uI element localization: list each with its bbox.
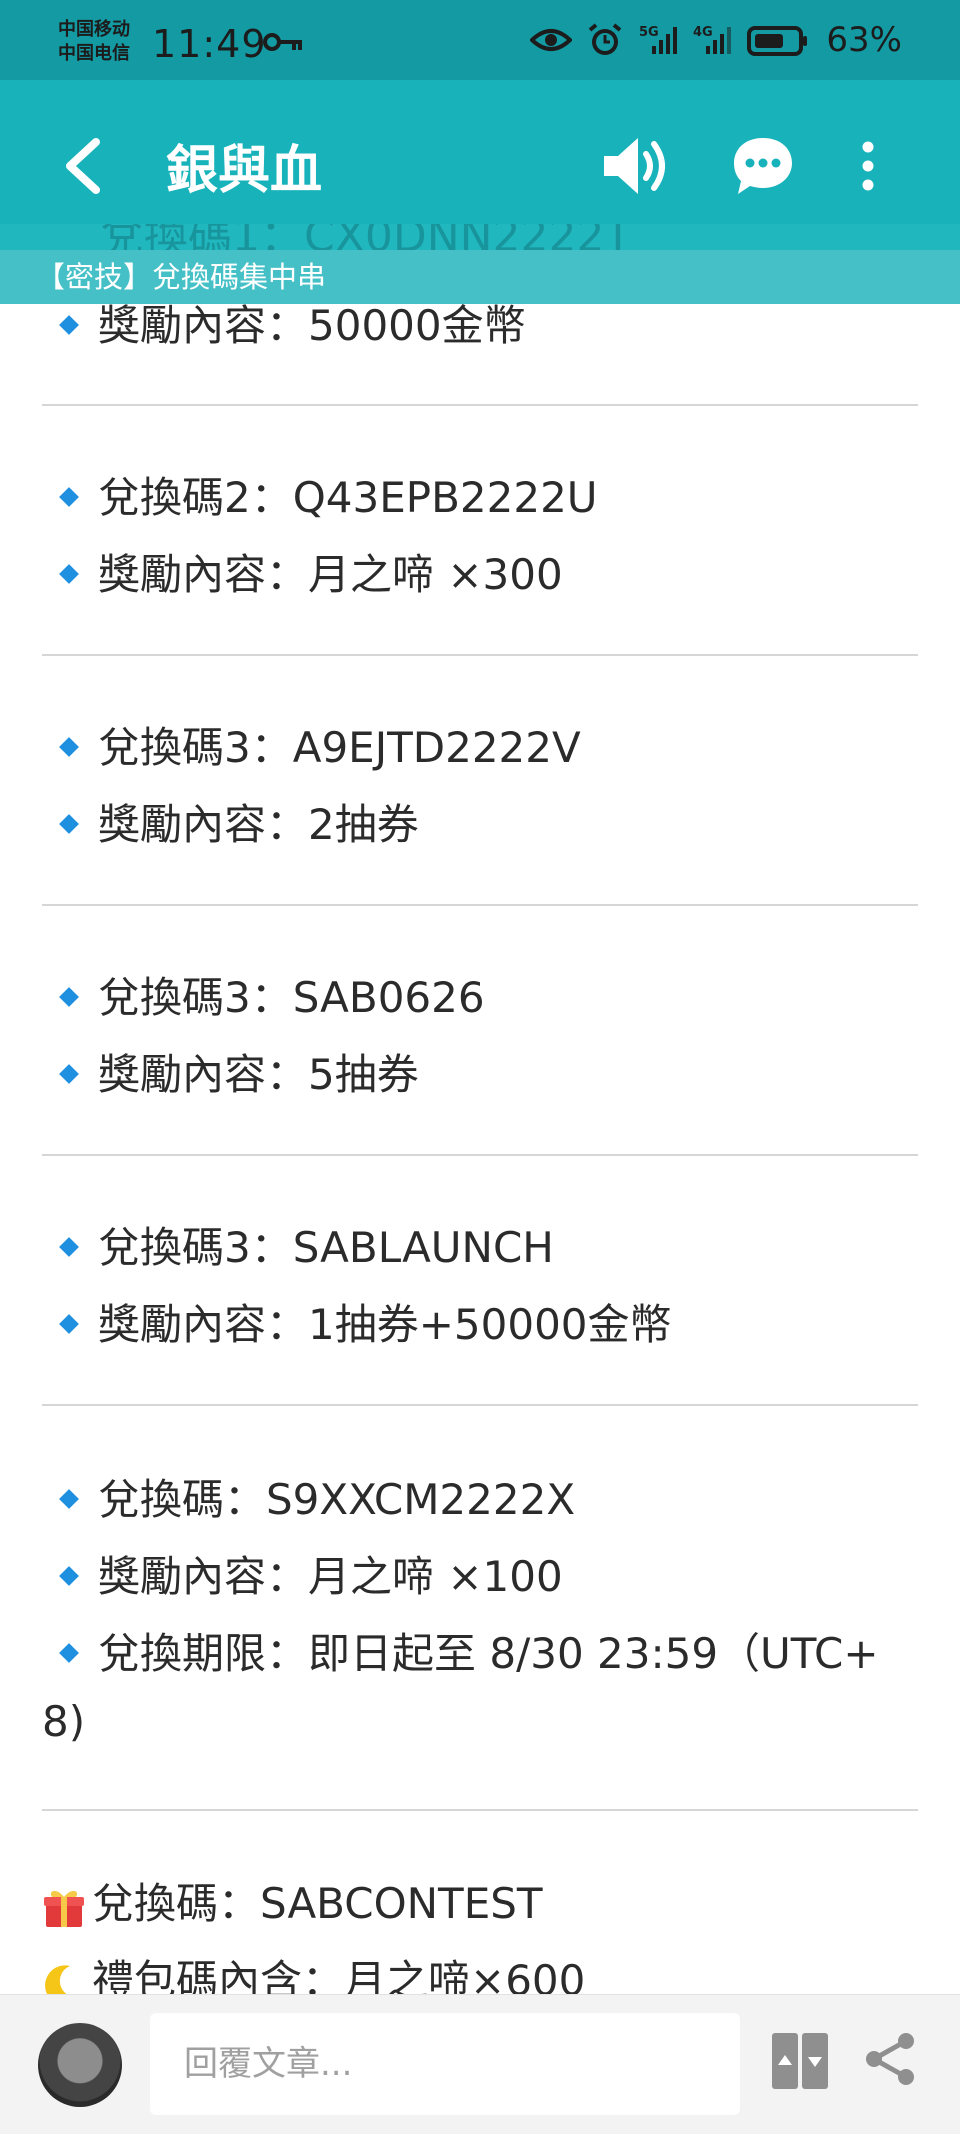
divider [42, 904, 918, 906]
vpn-key-icon [263, 33, 302, 51]
battery-icon [747, 26, 808, 56]
list-item: 禮包碼內含：月之啼×600 [42, 1947, 585, 1994]
clock: 11:49 [152, 22, 267, 66]
line-text: 兌換碼：S9XXCM2222X [98, 1475, 576, 1524]
reply-bar [0, 1994, 960, 2134]
diamond-bullet-icon [59, 736, 79, 757]
line-text: 獎勵內容：月之啼 ×300 [98, 550, 563, 599]
divider [42, 404, 918, 406]
list-item: 獎勵內容：5抽券 [42, 1041, 419, 1102]
ghost-text: 兌換碼1：CX0DNN2222T [100, 224, 632, 252]
signal-4g-icon: 4G [693, 25, 732, 54]
more-options-icon[interactable] [858, 140, 878, 192]
list-item: 兌換碼2：Q43EPB2222U [42, 464, 598, 525]
share-icon[interactable] [864, 2031, 916, 2087]
battery-percentage: 63% [826, 20, 902, 60]
line-text: 兌換期限：即日起至 8/30 23:59（UTC+ [98, 1629, 879, 1678]
line-text: 8) [42, 1697, 86, 1746]
line-text: 兌換碼3：SAB0626 [98, 973, 485, 1022]
line-text: 兌換碼3：SABLAUNCH [98, 1223, 554, 1272]
line-text: 獎勵內容：2抽券 [98, 800, 419, 849]
scrolled-content-behind-header: 兌換碼1：CX0DNN2222T [0, 224, 960, 252]
diamond-bullet-icon [59, 1488, 79, 1509]
list-item: 獎勵內容：月之啼 ×300 [42, 541, 563, 602]
divider [42, 654, 918, 656]
alarm-icon [589, 23, 622, 55]
diamond-bullet-icon [59, 813, 79, 834]
comments-icon[interactable] [730, 134, 796, 196]
line-text: 獎勵內容：月之啼 ×100 [98, 1552, 563, 1601]
reply-input[interactable] [150, 2013, 740, 2115]
carrier-1: 中国移动 [58, 19, 130, 40]
line-text: 兌換碼3：A9EJTD2222V [98, 723, 581, 772]
line-text: 兌換碼：SABCONTEST [92, 1879, 543, 1928]
line-text: 獎勵內容：1抽券+50000金幣 [98, 1300, 672, 1349]
list-item: 兌換碼3：A9EJTD2222V [42, 714, 581, 775]
speaker-icon[interactable] [600, 132, 670, 200]
status-bar: 中国移动 中国电信 11:49 5G 4G 63% [0, 0, 960, 80]
diamond-bullet-icon [59, 1313, 79, 1334]
floor-navigation-icon[interactable] [770, 2031, 830, 2091]
line-text: 兌換碼2：Q43EPB2222U [98, 473, 598, 522]
diamond-bullet-icon [59, 1236, 79, 1257]
diamond-bullet-icon [59, 986, 79, 1007]
thread-subtitle: 【密技】兌換碼集中串 [0, 250, 960, 304]
article-content: 獎勵內容：50000金幣 兌換碼2：Q43EPB2222U 獎勵內容：月之啼 ×… [0, 304, 960, 1994]
list-item: 獎勵內容：50000金幣 [42, 304, 526, 353]
diamond-bullet-icon [59, 314, 79, 335]
divider [42, 1809, 918, 1811]
diamond-bullet-icon [59, 1565, 79, 1586]
list-item-continuation: 8) [42, 1697, 85, 1746]
crescent-moon-icon [45, 1964, 70, 1994]
carrier-labels: 中国移动 中国电信 [58, 18, 130, 66]
divider [42, 1404, 918, 1406]
svg-text:4G: 4G [693, 25, 713, 40]
carrier-2: 中国电信 [58, 43, 130, 64]
divider [42, 1154, 918, 1156]
svg-text:5G: 5G [639, 25, 659, 40]
list-item: 兌換碼3：SABLAUNCH [42, 1214, 554, 1275]
list-item: 兌換碼3：SAB0626 [42, 964, 485, 1025]
avatar[interactable] [38, 2023, 122, 2107]
list-item: 獎勵內容：1抽券+50000金幣 [42, 1291, 672, 1352]
list-item: 獎勵內容：月之啼 ×100 [42, 1543, 563, 1604]
diamond-bullet-icon [59, 1642, 79, 1663]
diamond-bullet-icon [59, 1063, 79, 1084]
signal-5g-icon: 5G [639, 25, 678, 54]
list-item: 獎勵內容：2抽券 [42, 791, 419, 852]
status-icons: 5G 4G 63% [530, 20, 902, 60]
eye-icon [530, 29, 573, 51]
list-item: 兌換碼：SABCONTEST [42, 1870, 543, 1931]
diamond-bullet-icon [59, 486, 79, 507]
line-text: 獎勵內容：50000金幣 [98, 304, 526, 350]
list-item: 兌換期限：即日起至 8/30 23:59（UTC+ [42, 1620, 879, 1681]
gift-icon [44, 1890, 84, 1927]
line-text: 獎勵內容：5抽券 [98, 1050, 419, 1099]
page-title: 銀與血 [166, 141, 323, 201]
diamond-bullet-icon [59, 563, 79, 584]
back-arrow-icon[interactable] [60, 136, 108, 196]
list-item: 兌換碼：S9XXCM2222X [42, 1466, 575, 1527]
line-text: 禮包碼內含：月之啼×600 [92, 1956, 586, 1994]
